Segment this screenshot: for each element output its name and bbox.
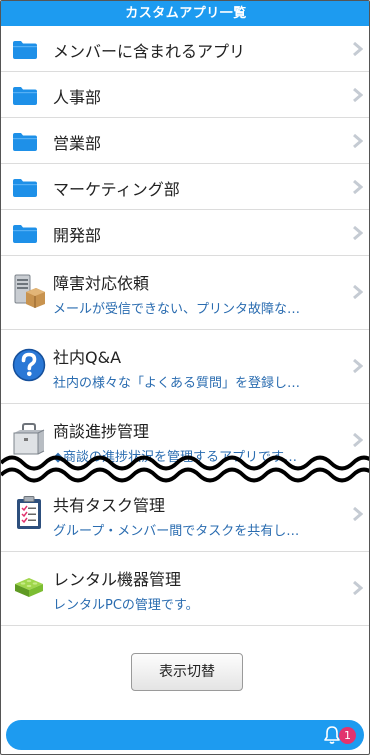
folder-icon <box>13 133 37 151</box>
app-item-rental[interactable]: レンタル機器管理 レンタルPCの管理です。 <box>1 552 369 626</box>
app-description: メールが受信できない、プリンタ故障な… <box>53 302 301 317</box>
app-title: 社内Q&A <box>53 348 122 367</box>
chevron-right-icon <box>353 581 363 595</box>
folder-item-hr[interactable]: 人事部 <box>1 72 369 118</box>
folder-label: メンバーに含まれるアプリ <box>53 42 246 61</box>
chevron-right-icon <box>353 134 363 148</box>
app-frame: カスタムアプリ一覧 メンバーに含まれるアプリ 人事部 営業部 マーケティング部 … <box>0 0 370 755</box>
folder-icon <box>13 179 37 197</box>
clipboard-icon <box>17 496 41 529</box>
server-box-icon <box>14 274 45 308</box>
app-item-shared-tasks[interactable]: 共有タスク管理 グループ・メンバー間でタスクを共有し… <box>1 478 369 552</box>
folder-label: 人事部 <box>53 88 102 107</box>
chevron-right-icon <box>353 180 363 194</box>
question-icon <box>12 348 46 382</box>
wavy-cut-divider <box>1 455 369 486</box>
green-block-icon <box>15 578 43 597</box>
app-list: メンバーに含まれるアプリ 人事部 営業部 マーケティング部 開発部 障害対応依頼… <box>1 26 369 626</box>
app-title: 共有タスク管理 <box>53 496 166 515</box>
chevron-right-icon <box>353 285 363 299</box>
app-item-incident[interactable]: 障害対応依頼 メールが受信できない、プリンタ故障な… <box>1 256 369 330</box>
notification-badge: 1 <box>339 727 356 744</box>
chevron-right-icon <box>353 507 363 521</box>
toggle-view-button[interactable]: 表示切替 <box>131 653 243 691</box>
folder-icon <box>13 41 37 59</box>
app-title: レンタル機器管理 <box>53 570 182 589</box>
folder-item-dev[interactable]: 開発部 <box>1 210 369 256</box>
page-title: カスタムアプリ一覧 <box>1 1 369 26</box>
chevron-right-icon <box>353 226 363 240</box>
app-description: グループ・メンバー間でタスクを共有し… <box>53 524 300 539</box>
folder-icon <box>13 225 37 243</box>
chevron-right-icon <box>353 42 363 56</box>
bottom-bar: 1 <box>6 720 364 750</box>
folder-label: 開発部 <box>53 226 102 245</box>
app-title: 障害対応依頼 <box>53 274 150 293</box>
app-item-qa[interactable]: 社内Q&A 社内の様々な「よくある質問」を登録し… <box>1 330 369 404</box>
app-description: 社内の様々な「よくある質問」を登録し… <box>53 376 301 391</box>
chevron-right-icon <box>353 359 363 373</box>
folder-icon <box>13 87 37 105</box>
folder-item-sales[interactable]: 営業部 <box>1 118 369 164</box>
app-description: レンタルPCの管理です。 <box>53 598 199 613</box>
chevron-right-icon <box>353 433 363 447</box>
folder-label: マーケティング部 <box>53 180 180 199</box>
folder-item-marketing[interactable]: マーケティング部 <box>1 164 369 210</box>
folder-label: 営業部 <box>53 134 102 153</box>
folder-item-members[interactable]: メンバーに含まれるアプリ <box>1 26 369 72</box>
chevron-right-icon <box>353 88 363 102</box>
app-title: 商談進捗管理 <box>53 422 150 441</box>
